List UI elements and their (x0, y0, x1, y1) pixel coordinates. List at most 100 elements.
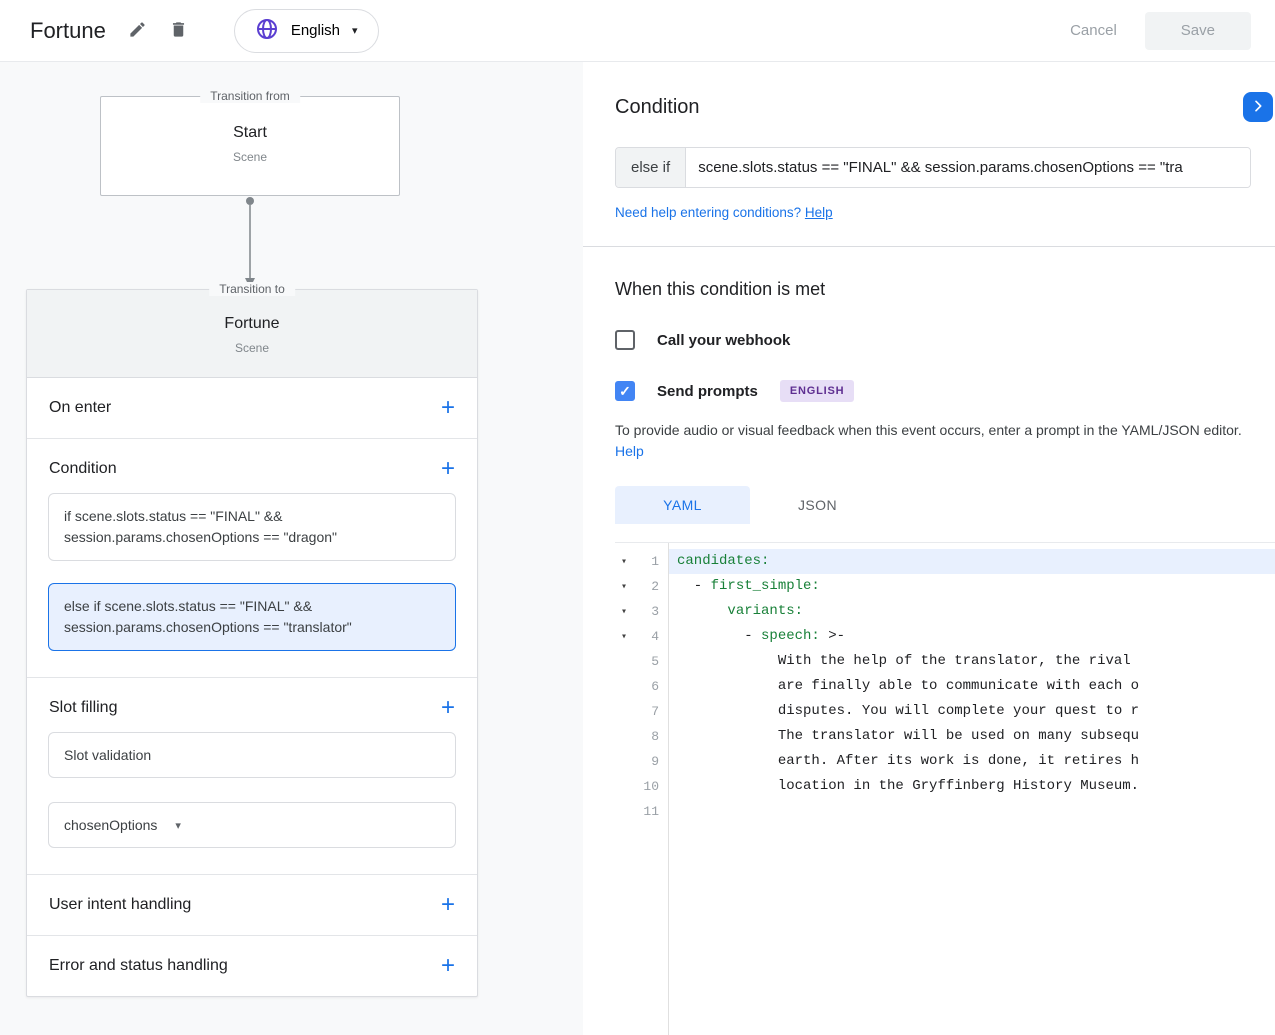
fold-toggle-icon[interactable]: ▾ (615, 631, 633, 643)
condition-list: if scene.slots.status == "FINAL" && sess… (27, 493, 477, 651)
pencil-icon (128, 20, 147, 42)
send-prompts-checkbox[interactable]: ✓ (615, 381, 635, 401)
add-error-handler-button[interactable]: + (441, 956, 455, 976)
when-condition-heading: When this condition is met (615, 279, 1275, 300)
transition-to-box[interactable]: Transition to Fortune Scene (27, 290, 477, 378)
editor-line[interactable]: variants: (669, 599, 1275, 624)
panel-heading: Condition (615, 96, 1275, 119)
editor-line[interactable]: - speech: >- (669, 624, 1275, 649)
globe-icon (255, 17, 279, 45)
slot-validation-label: Slot validation (64, 747, 151, 763)
condition-expression-input[interactable] (686, 148, 1250, 187)
editor-code[interactable]: candidates: - first_simple: variants: - … (669, 543, 1275, 1035)
transition-from-scene-type: Scene (101, 150, 399, 164)
line-number: 11 (633, 804, 668, 819)
editor-line[interactable]: - first_simple: (669, 574, 1275, 599)
condition-section-label: Condition (49, 460, 117, 478)
line-number: 5 (633, 654, 668, 669)
line-number: 1 (633, 554, 668, 569)
checkmark-icon: ✓ (619, 384, 631, 398)
yaml-text: - (677, 578, 711, 594)
editor-line[interactable]: The translator will be used on many subs… (669, 724, 1275, 749)
tab-yaml[interactable]: YAML (615, 486, 750, 524)
webhook-row: Call your webhook (615, 330, 1275, 350)
call-webhook-checkbox[interactable] (615, 330, 635, 350)
editor-line[interactable]: location in the Gryffinberg History Muse… (669, 774, 1275, 799)
send-prompts-label: Send prompts (657, 383, 758, 400)
transition-to-label: Transition to (209, 282, 295, 296)
transition-from-label: Transition from (200, 89, 300, 103)
editor-line[interactable]: are finally able to communicate with eac… (669, 674, 1275, 699)
editor-line[interactable] (669, 799, 1275, 824)
fold-toggle-icon[interactable]: ▾ (615, 581, 633, 593)
transition-to-scene-name: Fortune (27, 315, 477, 333)
chevron-down-icon: ▾ (352, 24, 358, 37)
slot-validation-item[interactable]: Slot validation (48, 732, 456, 778)
editor-tabs: YAMLJSON (615, 486, 1275, 524)
edit-title-button[interactable] (128, 20, 147, 42)
slot-param-dropdown[interactable]: chosenOptions ▾ (48, 802, 456, 848)
prompt-description: To provide audio or visual feedback when… (615, 420, 1243, 462)
yaml-text: are finally able to communicate with eac… (677, 678, 1139, 694)
add-user-intent-button[interactable]: + (441, 895, 455, 915)
yaml-key: candidates: (677, 553, 769, 569)
yaml-text (677, 603, 727, 619)
section-on-enter[interactable]: On enter + (27, 378, 477, 439)
line-number: 8 (633, 729, 668, 744)
prompt-description-text: To provide audio or visual feedback when… (615, 422, 1242, 438)
yaml-text: - (677, 628, 761, 644)
transition-to-scene-type: Scene (27, 341, 477, 355)
condition-expression-row: else if (615, 147, 1251, 188)
language-selector[interactable]: English ▾ (234, 9, 379, 53)
section-user-intent[interactable]: User intent handling + (27, 875, 477, 936)
line-number: 7 (633, 704, 668, 719)
section-error-status[interactable]: Error and status handling + (27, 936, 477, 996)
condition-help-line: Need help entering conditions? Help (615, 205, 1275, 220)
fold-toggle-icon[interactable]: ▾ (615, 606, 633, 618)
line-number: 6 (633, 679, 668, 694)
on-enter-label: On enter (49, 399, 111, 417)
call-webhook-label: Call your webhook (657, 332, 790, 349)
trash-icon (169, 20, 188, 42)
yaml-editor[interactable]: ▾1▾2▾3▾4567891011 candidates: - first_si… (615, 542, 1275, 1035)
add-condition-button[interactable]: + (441, 459, 455, 479)
prompt-help-link[interactable]: Help (615, 443, 644, 459)
condition-help-link[interactable]: Help (805, 205, 833, 220)
line-number: 3 (633, 604, 668, 619)
transition-from-scene-name: Start (101, 124, 399, 142)
editor-gutter: ▾1▾2▾3▾4567891011 (615, 543, 669, 1035)
tab-json[interactable]: JSON (750, 486, 885, 524)
slot-filling-label: Slot filling (49, 699, 117, 717)
condition-editor-panel: Condition else if Need help entering con… (583, 62, 1275, 1035)
transition-from-box[interactable]: Transition from Start Scene (100, 96, 400, 196)
condition-prefix: else if (616, 148, 686, 187)
scene-graph-panel: Transition from Start Scene Transition t… (0, 62, 583, 1035)
condition-box[interactable]: if scene.slots.status == "FINAL" && sess… (48, 493, 456, 561)
top-bar: Fortune English ▾ Cancel Save (0, 0, 1275, 62)
fold-toggle-icon[interactable]: ▾ (615, 556, 633, 568)
line-number: 9 (633, 754, 668, 769)
chevron-right-icon (1250, 98, 1266, 117)
yaml-key: variants: (727, 603, 803, 619)
condition-box-selected[interactable]: else if scene.slots.status == "FINAL" &&… (48, 583, 456, 651)
line-number: 4 (633, 629, 668, 644)
editor-line[interactable]: earth. After its work is done, it retire… (669, 749, 1275, 774)
yaml-text: >- (820, 628, 845, 644)
delete-scene-button[interactable] (169, 20, 188, 42)
chevron-down-icon: ▾ (175, 819, 181, 832)
add-on-enter-button[interactable]: + (441, 398, 455, 418)
yaml-key: speech: (761, 628, 820, 644)
editor-line[interactable]: disputes. You will complete your quest t… (669, 699, 1275, 724)
slot-param-label: chosenOptions (64, 817, 157, 833)
add-slot-button[interactable]: + (441, 698, 455, 718)
editor-line[interactable]: With the help of the translator, the riv… (669, 649, 1275, 674)
line-number: 10 (633, 779, 668, 794)
cancel-button[interactable]: Cancel (1070, 22, 1117, 39)
section-condition: Condition + if scene.slots.status == "FI… (27, 439, 477, 678)
line-number: 2 (633, 579, 668, 594)
editor-line[interactable]: candidates: (669, 549, 1275, 574)
save-button[interactable]: Save (1145, 12, 1251, 50)
collapse-panel-button[interactable] (1243, 92, 1273, 122)
language-badge: ENGLISH (780, 380, 855, 402)
yaml-text: disputes. You will complete your quest t… (677, 703, 1139, 719)
